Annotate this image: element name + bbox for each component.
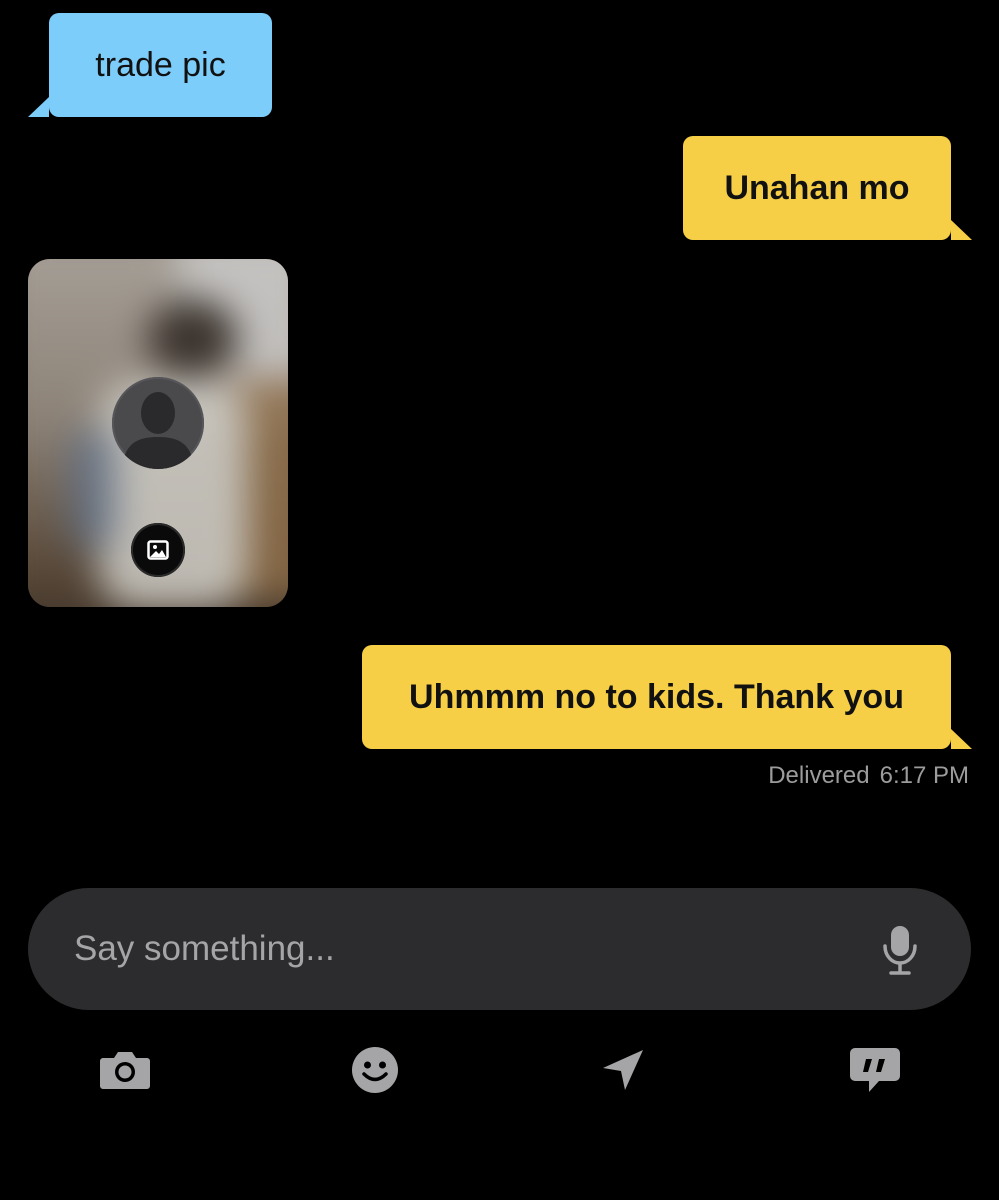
status-time: 6:17 PM — [879, 762, 969, 789]
incoming-photo-message[interactable] — [28, 259, 288, 607]
emoji-icon[interactable] — [345, 1040, 405, 1100]
saved-phrases-icon[interactable] — [845, 1040, 905, 1100]
delivery-status: Delivered 6:17 PM — [768, 762, 969, 790]
camera-icon[interactable] — [95, 1040, 155, 1100]
message-text: Unahan mo — [724, 168, 910, 207]
status-label: Delivered — [768, 762, 870, 789]
incoming-message-bubble[interactable]: trade pic — [28, 13, 272, 117]
microphone-icon[interactable] — [878, 922, 922, 978]
message-composer — [28, 888, 971, 1010]
message-text: trade pic — [95, 45, 226, 84]
profile-silhouette-icon — [112, 377, 204, 469]
image-icon — [131, 523, 185, 577]
outgoing-message-bubble[interactable]: Uhmmm no to kids. Thank you — [362, 645, 972, 749]
outgoing-message-bubble[interactable]: Unahan mo — [683, 136, 972, 240]
message-input[interactable] — [74, 920, 834, 978]
message-text: Uhmmm no to kids. Thank you — [409, 677, 904, 716]
location-arrow-icon[interactable] — [593, 1040, 653, 1100]
